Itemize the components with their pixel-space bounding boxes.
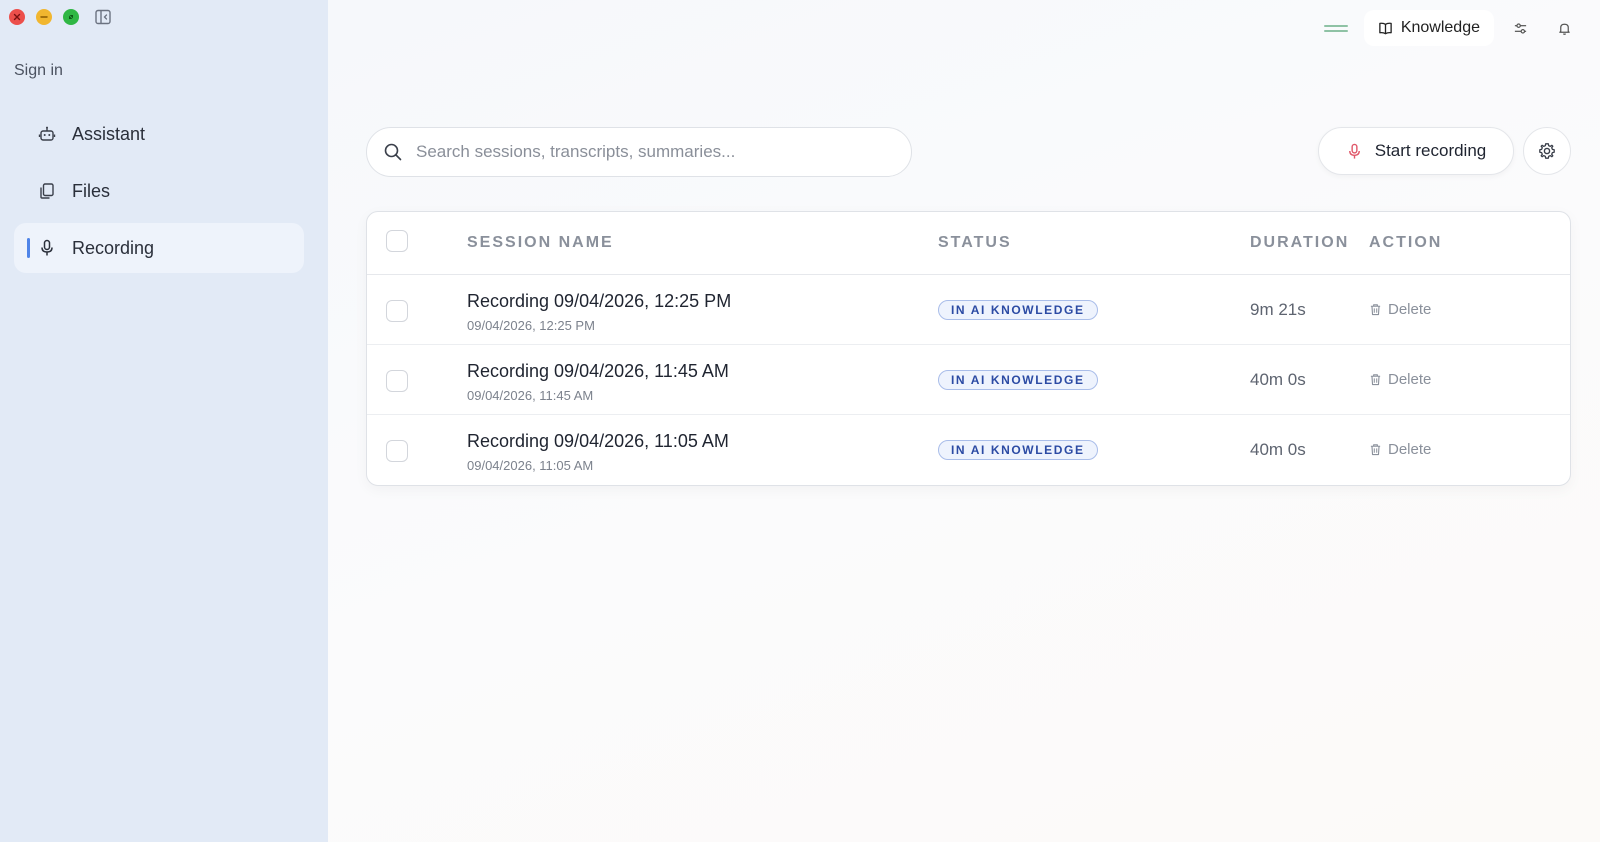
window-controls: [9, 9, 79, 25]
trash-icon: [1370, 444, 1381, 456]
session-timestamp: 09/04/2026, 11:45 AM: [467, 388, 594, 403]
status-badge: IN AI KNOWLEDGE: [938, 300, 1098, 320]
delete-label: Delete: [1388, 371, 1432, 388]
sidebar-nav: Assistant Files Recording: [14, 109, 304, 280]
session-timestamp: 09/04/2026, 12:25 PM: [467, 318, 595, 333]
sidebar-toggle-button[interactable]: [94, 8, 112, 26]
table-row[interactable]: Recording 09/04/2026, 12:25 PM 09/04/202…: [367, 275, 1570, 345]
sidebar-item-files[interactable]: Files: [14, 166, 304, 216]
knowledge-button[interactable]: Knowledge: [1363, 10, 1494, 46]
session-duration: 40m 0s: [1250, 440, 1306, 459]
select-all-checkbox[interactable]: [386, 230, 408, 252]
files-icon: [38, 182, 56, 200]
notifications-button[interactable]: [1546, 10, 1582, 46]
sidebar-item-label: Recording: [72, 237, 155, 258]
delete-label: Delete: [1388, 301, 1432, 318]
start-recording-button[interactable]: Start recording: [1318, 127, 1514, 175]
sidebar-item-label: Files: [72, 180, 111, 201]
search-icon: [384, 143, 402, 161]
sidebar-item-label: Assistant: [72, 123, 146, 144]
session-timestamp: 09/04/2026, 11:05 AM: [467, 458, 594, 473]
menu-button[interactable]: [1316, 10, 1356, 46]
status-badge: IN AI KNOWLEDGE: [938, 370, 1098, 390]
sidebar-item-recording[interactable]: Recording: [14, 223, 304, 273]
session-name[interactable]: Recording 09/04/2026, 11:05 AM: [467, 431, 729, 452]
top-toolbar: Knowledge: [1316, 10, 1582, 46]
gear-icon: [1539, 143, 1555, 159]
sidebar: Sign in Assistant Files Recording: [0, 0, 328, 842]
delete-button[interactable]: Delete: [1369, 441, 1431, 458]
menu-icon: [1323, 24, 1348, 27]
delete-button[interactable]: Delete: [1369, 301, 1431, 318]
session-name[interactable]: Recording 09/04/2026, 11:45 AM: [467, 361, 729, 382]
table-row[interactable]: Recording 09/04/2026, 11:45 AM 09/04/202…: [367, 345, 1570, 415]
session-duration: 40m 0s: [1250, 370, 1306, 389]
knowledge-label: Knowledge: [1400, 19, 1480, 36]
start-recording-label: Start recording: [1374, 141, 1487, 160]
column-header-status[interactable]: STATUS: [938, 234, 1012, 252]
close-icon: [13, 13, 21, 21]
status-badge: IN AI KNOWLEDGE: [938, 440, 1098, 460]
microphone-icon: [1348, 143, 1360, 159]
column-header-action: ACTION: [1369, 234, 1443, 251]
bell-icon: [1558, 23, 1570, 35]
menu-icon-line: [1323, 29, 1348, 32]
fullscreen-icon: [69, 15, 73, 19]
minimize-icon: [40, 16, 48, 18]
column-header-duration[interactable]: DURATION: [1250, 234, 1349, 252]
zoom-window-button[interactable]: [63, 9, 79, 25]
sidebar-toggle-icon: [95, 9, 111, 25]
sidebar-item-assistant[interactable]: Assistant: [14, 109, 304, 159]
session-duration: 9m 21s: [1250, 300, 1306, 319]
delete-label: Delete: [1388, 441, 1432, 458]
row-checkbox[interactable]: [386, 440, 408, 462]
search-input[interactable]: [416, 142, 876, 162]
delete-button[interactable]: Delete: [1369, 371, 1431, 388]
search-bar[interactable]: [366, 127, 912, 177]
sign-in-link[interactable]: Sign in: [14, 62, 63, 80]
close-window-button[interactable]: [9, 9, 25, 25]
minimize-window-button[interactable]: [36, 9, 52, 25]
settings-button[interactable]: [1523, 127, 1571, 175]
filters-button[interactable]: [1502, 10, 1538, 46]
sessions-table: SESSION NAME STATUS DURATION ACTION Reco…: [366, 211, 1571, 486]
book-icon: [1379, 22, 1392, 34]
sliders-icon: [1514, 22, 1526, 34]
row-checkbox[interactable]: [386, 370, 408, 392]
column-header-session-name[interactable]: SESSION NAME: [467, 234, 614, 252]
trash-icon: [1370, 304, 1381, 316]
main-content: Knowledge Start: [328, 0, 1600, 842]
trash-icon: [1370, 374, 1381, 386]
row-checkbox[interactable]: [386, 300, 408, 322]
microphone-icon: [38, 239, 56, 257]
table-header: SESSION NAME STATUS DURATION ACTION: [367, 212, 1570, 275]
active-indicator: [27, 238, 30, 258]
table-row[interactable]: Recording 09/04/2026, 11:05 AM 09/04/202…: [367, 415, 1570, 485]
session-name[interactable]: Recording 09/04/2026, 12:25 PM: [467, 291, 731, 312]
robot-icon: [38, 125, 56, 143]
